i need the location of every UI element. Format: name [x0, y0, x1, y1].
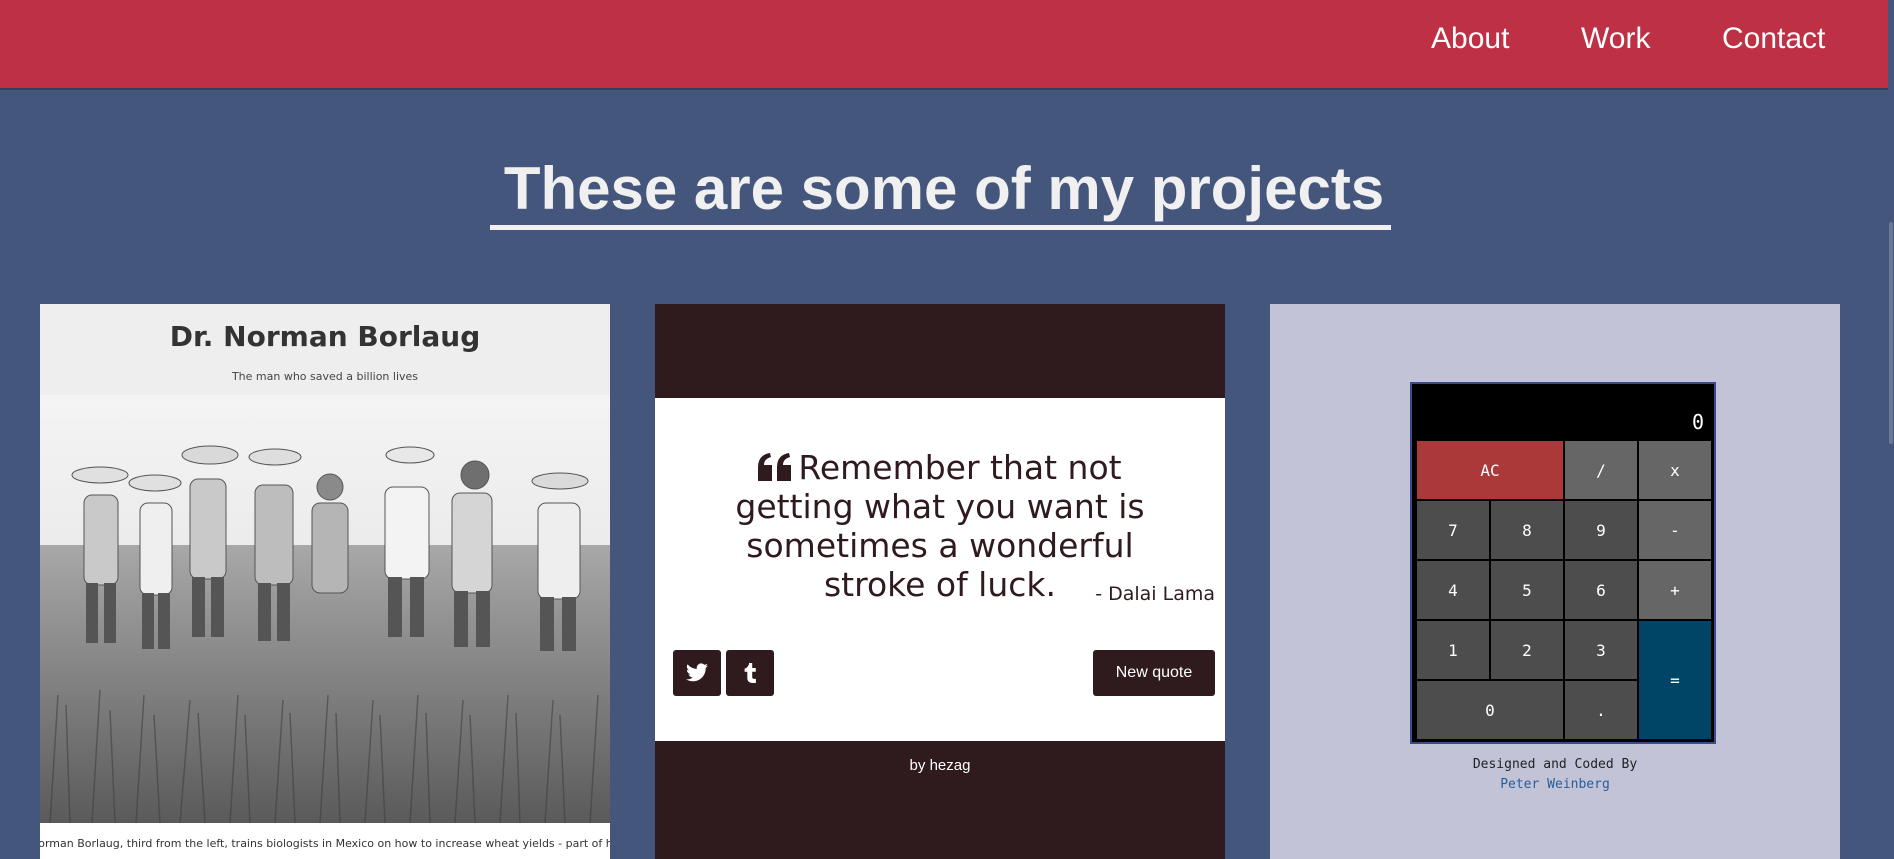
calculator-display: 0	[1691, 410, 1704, 434]
nav-contact-link[interactable]: Contact	[1722, 22, 1825, 56]
quote-body: Remember that not getting what you want …	[735, 448, 1145, 604]
projects-heading: These are some of my projects	[503, 155, 1385, 222]
credit-author-link[interactable]: Peter Weinberg	[1270, 775, 1840, 795]
key-zero[interactable]: 0	[1416, 680, 1564, 740]
twitter-icon	[686, 663, 708, 682]
key-add[interactable]: +	[1638, 560, 1712, 620]
tumblr-quote-button[interactable]	[726, 650, 774, 696]
tweet-quote-button[interactable]	[673, 650, 721, 696]
key-eight[interactable]: 8	[1490, 500, 1564, 560]
key-three[interactable]: 3	[1564, 620, 1638, 680]
key-decimal[interactable]: .	[1564, 680, 1638, 740]
key-multiply[interactable]: x	[1638, 440, 1712, 500]
key-five[interactable]: 5	[1490, 560, 1564, 620]
tribute-header: Dr. Norman Borlaug The man who saved a b…	[40, 304, 610, 395]
tribute-caption: Norman Borlaug, third from the left, tra…	[40, 837, 610, 850]
tumblr-icon	[744, 663, 756, 683]
scrollbar-thumb[interactable]	[1889, 222, 1893, 444]
tribute-subtitle: The man who saved a billion lives	[231, 370, 419, 383]
credit-text: Designed and Coded By	[1472, 757, 1638, 772]
quote-box: Remember that not getting what you want …	[655, 398, 1225, 741]
key-six[interactable]: 6	[1564, 560, 1638, 620]
nav-about-link[interactable]: About	[1431, 22, 1509, 56]
key-divide[interactable]: /	[1564, 440, 1638, 500]
heading-underline	[490, 225, 1391, 230]
key-one[interactable]: 1	[1416, 620, 1490, 680]
key-subtract[interactable]: -	[1638, 500, 1712, 560]
project-tile-tribute[interactable]: Dr. Norman Borlaug The man who saved a b…	[40, 304, 610, 859]
new-quote-button[interactable]: New quote	[1093, 650, 1215, 696]
quote-author: - Dalai Lama	[1095, 583, 1215, 605]
project-tile-quote-machine[interactable]: Remember that not getting what you want …	[655, 304, 1225, 859]
quote-byline: by hezag	[655, 757, 1225, 774]
key-nine[interactable]: 9	[1564, 500, 1638, 560]
quote-text: Remember that not getting what you want …	[700, 448, 1180, 604]
top-navbar: About Work Contact	[0, 0, 1888, 88]
key-ac[interactable]: AC	[1416, 440, 1564, 500]
calculator: 0 AC / x 7 8 9 - 4 5 6 + 1 2 3 = 0 .	[1410, 382, 1716, 744]
calculator-credit: Designed and Coded By Peter Weinberg	[1270, 755, 1840, 795]
byline-author-link[interactable]: hezag	[930, 757, 971, 774]
project-tile-calculator[interactable]: 0 AC / x 7 8 9 - 4 5 6 + 1 2 3 = 0 . Des…	[1270, 304, 1840, 859]
key-two[interactable]: 2	[1490, 620, 1564, 680]
tribute-title: Dr. Norman Borlaug	[169, 320, 481, 353]
byline-prefix: by	[909, 757, 926, 774]
page-scrollbar[interactable]	[1888, 0, 1894, 859]
key-seven[interactable]: 7	[1416, 500, 1490, 560]
quote-left-icon	[758, 453, 792, 481]
nav-work-link[interactable]: Work	[1581, 22, 1650, 56]
key-equals[interactable]: =	[1638, 620, 1712, 740]
tribute-photo	[40, 395, 610, 823]
key-four[interactable]: 4	[1416, 560, 1490, 620]
